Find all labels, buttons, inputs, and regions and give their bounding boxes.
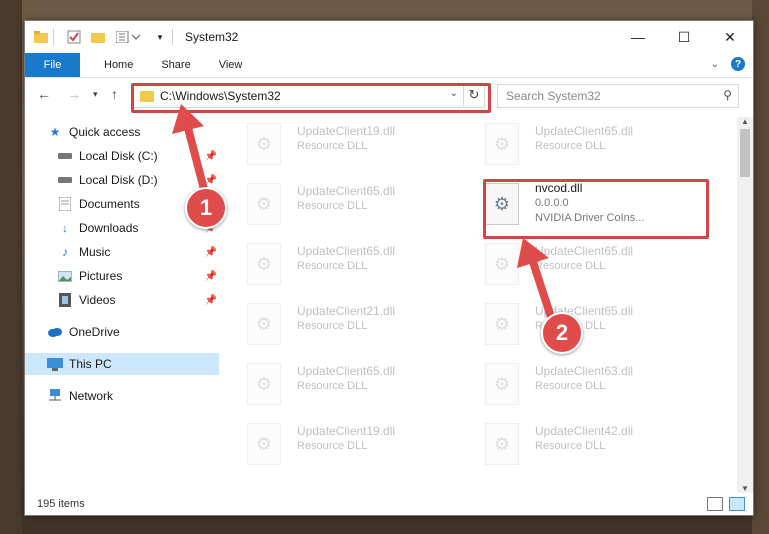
annotation-arrow-1 bbox=[172, 104, 209, 197]
step-2-badge: 2 bbox=[541, 312, 583, 354]
annotation-arrow-2 bbox=[517, 238, 556, 324]
step-1-badge: 1 bbox=[185, 187, 227, 229]
annotation-arrows bbox=[172, 104, 556, 324]
